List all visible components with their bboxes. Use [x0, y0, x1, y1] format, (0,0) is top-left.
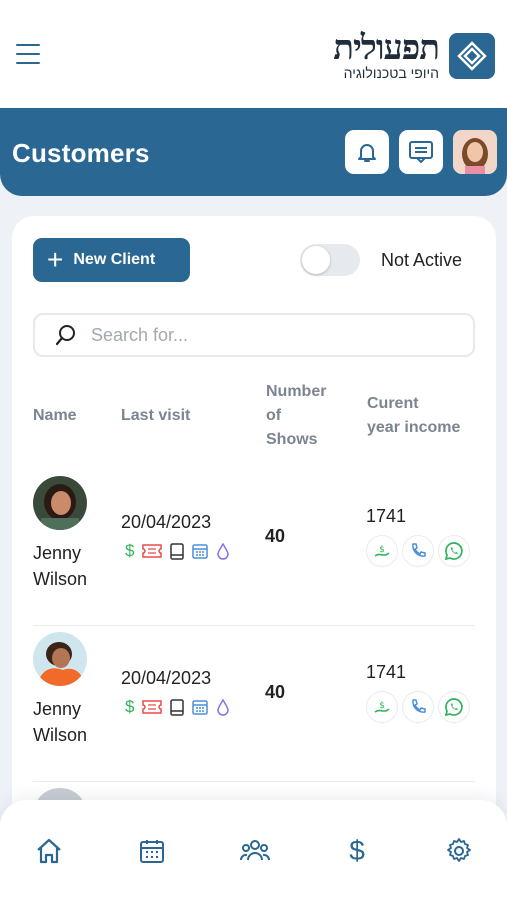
- calendar-icon: [192, 700, 209, 715]
- top-bar: תפעולית היופי בטכנולוגיה: [0, 0, 507, 108]
- customers-card: + New Client Not Active Name Last visit …: [12, 216, 496, 842]
- column-header-name: Name: [33, 407, 77, 424]
- phone-button[interactable]: [402, 691, 434, 723]
- shows-count: 40: [265, 682, 286, 702]
- notifications-button[interactable]: [345, 130, 389, 174]
- dollar-icon: $: [125, 541, 135, 560]
- search-icon: [55, 325, 75, 346]
- customer-name[interactable]: Jenny Wilson: [33, 540, 123, 592]
- last-visit-date: 20/04/2023: [121, 512, 212, 532]
- row-status-icons: $: [125, 698, 230, 716]
- user-avatar[interactable]: [453, 130, 497, 174]
- row-actions: $: [366, 535, 470, 567]
- bottom-nav: $: [0, 800, 507, 900]
- settings-icon: [447, 838, 471, 862]
- plus-icon: +: [47, 244, 64, 275]
- nav-calendar[interactable]: [137, 836, 167, 866]
- page-header: Customers: [0, 108, 507, 196]
- search-box: [33, 313, 475, 357]
- column-header-shows: Number of Shows: [266, 383, 327, 448]
- pay-icon: $: [374, 545, 390, 557]
- row-actions: $: [366, 691, 470, 723]
- row-status-icons: $: [125, 542, 230, 560]
- brand-text: תפעולית היופי בטכנולוגיה: [333, 28, 440, 81]
- customer-avatar: [33, 632, 87, 686]
- svg-text:$: $: [379, 545, 385, 555]
- ticket-icon: [142, 544, 163, 558]
- not-active-label: Not Active: [381, 250, 463, 270]
- home-icon: [37, 838, 61, 864]
- messages-button[interactable]: [399, 130, 443, 174]
- bell-icon: [358, 144, 376, 162]
- calendar-icon: [192, 544, 209, 559]
- income-value: 1741: [366, 506, 407, 526]
- brand-tagline: היופי בטכנולוגיה: [343, 65, 439, 81]
- svg-text:$: $: [379, 701, 385, 711]
- ticket-icon: [142, 700, 163, 714]
- message-icon: [409, 141, 433, 164]
- whatsapp-icon: [444, 542, 463, 561]
- calendar-icon: [140, 840, 164, 863]
- brand-logo-icon: [449, 33, 495, 79]
- whatsapp-icon: [444, 698, 463, 717]
- pay-button[interactable]: $: [366, 535, 398, 567]
- nav-home[interactable]: [34, 836, 64, 866]
- avatar-icon: [453, 130, 497, 174]
- table-row[interactable]: Jenny Wilson 20/04/2023 $ 40 1741 $: [33, 632, 475, 782]
- shows-count: 40: [265, 526, 286, 546]
- phone-icon: [412, 699, 426, 713]
- dollar-icon: $: [125, 697, 135, 716]
- drop-icon: [217, 542, 230, 560]
- row-divider: [33, 781, 475, 782]
- last-visit-date: 20/04/2023: [121, 668, 212, 688]
- pay-icon: $: [374, 701, 390, 713]
- income-value: 1741: [366, 662, 407, 682]
- team-icon: [240, 840, 270, 861]
- search-input[interactable]: [91, 324, 431, 346]
- table-row[interactable]: Jenny Wilson 20/04/2023 $ 40 1741 $: [33, 476, 475, 626]
- customer-avatar: [33, 476, 87, 530]
- drop-icon: [217, 698, 230, 716]
- pay-button[interactable]: $: [366, 691, 398, 723]
- whatsapp-button[interactable]: [438, 535, 470, 567]
- phone-icon: [412, 543, 426, 557]
- column-header-last-visit: Last visit: [121, 407, 191, 424]
- new-client-label: New Client: [73, 251, 156, 268]
- new-client-button[interactable]: + New Client: [33, 238, 190, 282]
- brand-name: תפעולית: [333, 28, 440, 68]
- book-icon: [170, 542, 185, 560]
- dollar-icon: $: [349, 835, 365, 866]
- row-divider: [33, 625, 475, 626]
- page-title: Customers: [12, 138, 150, 168]
- menu-icon[interactable]: [16, 44, 40, 64]
- book-icon: [170, 698, 185, 716]
- column-header-income: Curent year income: [367, 395, 461, 436]
- not-active-toggle[interactable]: [300, 244, 360, 276]
- nav-team[interactable]: [240, 836, 270, 866]
- whatsapp-button[interactable]: [438, 691, 470, 723]
- nav-settings[interactable]: [444, 836, 474, 866]
- phone-button[interactable]: [402, 535, 434, 567]
- nav-payments[interactable]: $: [342, 836, 372, 866]
- brand: תפעולית היופי בטכנולוגיה: [333, 30, 495, 82]
- customer-name[interactable]: Jenny Wilson: [33, 696, 123, 748]
